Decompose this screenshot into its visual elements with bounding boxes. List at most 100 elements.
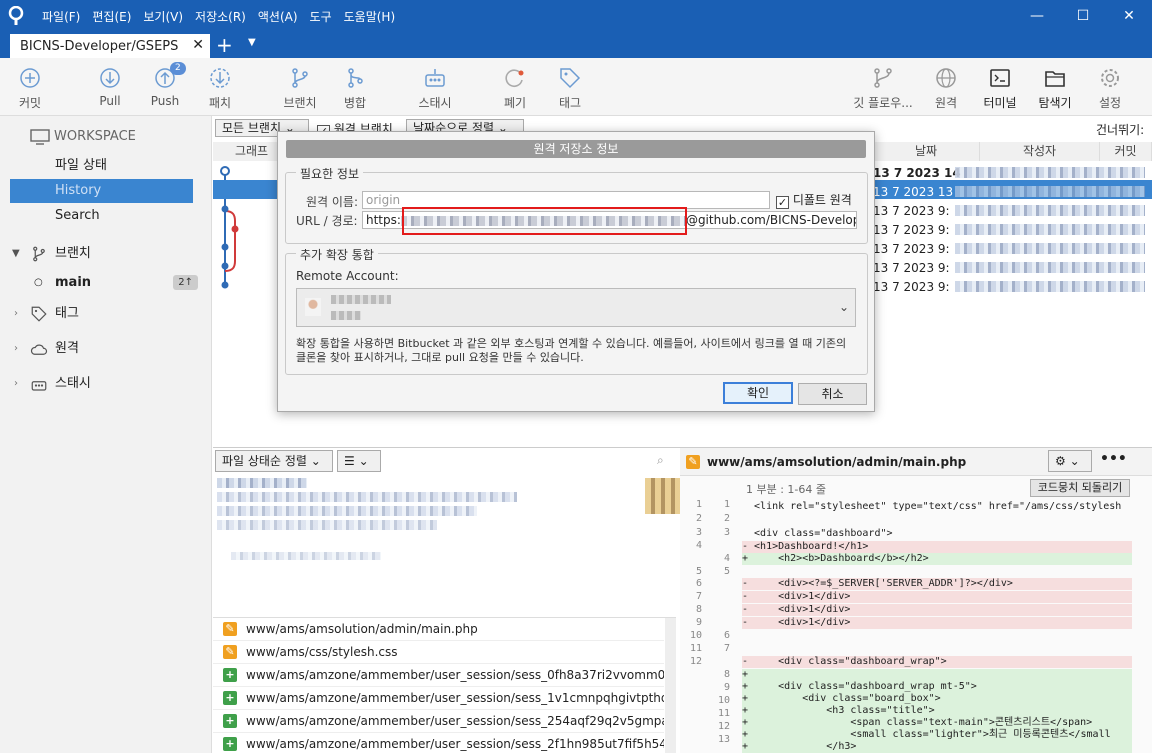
diff-line-added: + + <div class="dashboard_wrap mt-5"> + … (742, 669, 1132, 753)
discard-icon (505, 69, 524, 87)
default-remote-check-icon: ✓ (776, 196, 789, 209)
minimize-button[interactable]: — (1014, 0, 1060, 32)
col-commit-header[interactable]: 커밋 (1100, 142, 1152, 161)
sidebar-item-history[interactable]: History (10, 179, 193, 203)
diff-options-button[interactable]: ⚙ ⌄ (1048, 450, 1092, 472)
branch-item-main[interactable]: ○ main 2↑ (0, 271, 212, 295)
line-number: 8 (723, 669, 730, 680)
menu-help[interactable]: 도움말(H) (338, 8, 402, 25)
ok-button[interactable]: 확인 (723, 382, 793, 404)
menu-view[interactable]: 보기(V) (137, 8, 189, 25)
file-list-scrollbar[interactable] (665, 618, 676, 753)
push-button[interactable]: 2 Push (135, 58, 195, 116)
close-tab-icon[interactable]: ✕ (192, 37, 204, 53)
file-list-item[interactable]: ✎ www/ams/css/stylesh.css (213, 641, 664, 664)
revert-hunk-button[interactable]: 코드뭉치 되돌리기 (1030, 479, 1130, 497)
sidebar-section-stashes[interactable]: › 스태시 (0, 372, 212, 396)
redacted-account-host (331, 311, 361, 320)
workspace-header: WORKSPACE (0, 125, 212, 149)
modified-icon: ✎ (686, 455, 700, 469)
file-list-item[interactable]: + www/ams/amzone/ammember/user_session/s… (213, 733, 664, 753)
menu-file[interactable]: 파일(F) (36, 8, 86, 25)
commit-button[interactable]: 커밋 (0, 58, 60, 116)
pull-button[interactable]: Pull (80, 58, 140, 116)
diff-line-removed: - <h1>Dashboard!</h1> (742, 541, 1132, 553)
sidebar-item-search[interactable]: Search (0, 204, 212, 228)
menu-actions[interactable]: 액션(A) (252, 8, 304, 25)
modified-icon: ✎ (223, 645, 237, 659)
col-date-header[interactable]: 날짜 (873, 142, 980, 161)
line-number: 12 (717, 721, 730, 732)
line-number: 11 (717, 708, 730, 719)
add-tab-icon[interactable]: + (216, 33, 233, 57)
menu-tools[interactable]: 도구 (304, 8, 338, 25)
monitor-icon (30, 129, 50, 145)
col-author-header[interactable]: 작성자 (980, 142, 1100, 161)
redacted-commit-message (217, 492, 517, 502)
sidebar-section-tags[interactable]: › 태그 (0, 302, 212, 326)
redacted-author (955, 281, 1145, 292)
file-list: ✎ www/ams/amsolution/admin/main.php ✎ ww… (213, 617, 676, 753)
default-remote-checkbox[interactable]: ✓ 디폴트 원격 (776, 191, 852, 209)
sidebar-section-remotes[interactable]: › 원격 (0, 337, 212, 361)
diff-file-name: www/ams/amsolution/admin/main.php (707, 455, 967, 469)
remote-details-dialog: 원격 저장소 정보 필요한 정보 원격 이름: origin ✓ 디폴트 원격 … (277, 131, 875, 412)
branch-button[interactable]: 브랜치 (270, 58, 330, 116)
line-number: 9 (723, 682, 730, 693)
redacted-author (955, 205, 1145, 216)
view-mode-select[interactable]: ☰ ⌄ (337, 450, 381, 472)
chevron-right-icon: › (14, 343, 18, 354)
tab-dropdown-icon[interactable]: ▼ (248, 37, 256, 48)
diff-line-removed: - <div>1</div> (742, 617, 1132, 629)
terminal-icon (990, 69, 1010, 87)
more-options-icon[interactable]: ••• (1100, 451, 1127, 467)
maximize-button[interactable]: ☐ (1060, 0, 1106, 32)
fetch-icon (210, 68, 230, 88)
toolbar: 커밋 Pull 2 Push 패치 브랜치 병합 스태시 폐기 태그 깃 플로우… (0, 58, 1152, 116)
menu-repository[interactable]: 저장소(R) (189, 8, 252, 25)
line-number: 2 (723, 513, 730, 524)
tag-button[interactable]: 태그 (540, 58, 600, 116)
tag-icon (560, 68, 581, 89)
remote-account-select[interactable]: ⌄ (296, 288, 856, 327)
line-number: 13 (717, 734, 730, 745)
file-list-item[interactable]: + www/ams/amzone/ammember/user_session/s… (213, 687, 664, 710)
commit-date: 13 7 2023 9: (873, 261, 950, 275)
discard-button[interactable]: 폐기 (485, 58, 545, 116)
commit-date: 13 7 2023 9: (873, 204, 950, 218)
close-button[interactable]: ✕ (1106, 0, 1152, 32)
stash-button[interactable]: 스태시 (405, 58, 465, 116)
sidebar-section-branches[interactable]: ▼ 브랜치 (0, 242, 212, 266)
diff-line-removed: - <div class="dashboard_wrap"> (742, 656, 1132, 668)
pull-icon (100, 68, 120, 88)
remote-button[interactable]: 원격 (916, 58, 976, 116)
sourcetree-logo-icon (0, 0, 32, 32)
menu-edit[interactable]: 편집(E) (86, 8, 137, 25)
merge-button[interactable]: 병합 (325, 58, 385, 116)
cancel-button[interactable]: 취소 (798, 383, 867, 405)
diff-line: <link rel="stylesheet" type="text/css" h… (742, 501, 1122, 512)
remotes-label: 원격 (55, 341, 79, 356)
file-list-item[interactable]: + www/ams/amzone/ammember/user_session/s… (213, 710, 664, 733)
gitflow-button[interactable]: 깃 플로우... (853, 58, 913, 116)
menu-bar: 파일(F) 편집(E) 보기(V) 저장소(R) 액션(A) 도구 도움말(H) (36, 8, 401, 25)
file-path: www/ams/amzone/ammember/user_session/ses… (246, 691, 664, 705)
search-icon[interactable]: ⌕ (657, 453, 664, 468)
globe-icon (936, 68, 956, 88)
file-list-item[interactable]: ✎ www/ams/amsolution/admin/main.php (213, 618, 664, 641)
fetch-button[interactable]: 패치 (190, 58, 250, 116)
extension-description: 확장 통합을 사용하면 Bitbucket 과 같은 외부 호스팅과 연계할 수… (296, 337, 847, 364)
redacted-account-name (331, 295, 391, 304)
explorer-button[interactable]: 탐색기 (1025, 58, 1085, 116)
highlight-box (402, 207, 687, 235)
settings-button[interactable]: 설정 (1080, 58, 1140, 116)
file-sort-select[interactable]: 파일 상태순 정렬 ⌄ (215, 450, 333, 472)
sidebar-item-file-status[interactable]: 파일 상태 (0, 154, 212, 178)
redacted-commit-message (217, 478, 307, 488)
file-list-item[interactable]: + www/ams/amzone/ammember/user_session/s… (213, 664, 664, 687)
stash-label: 스태시 (418, 96, 452, 110)
terminal-button[interactable]: 터미널 (970, 58, 1030, 116)
diff-line-removed: - <div>1</div> (742, 604, 1132, 616)
remote-label: 원격 (934, 96, 958, 110)
repo-tab[interactable]: BICNS-Developer/GSEPS ✕ (10, 34, 210, 58)
